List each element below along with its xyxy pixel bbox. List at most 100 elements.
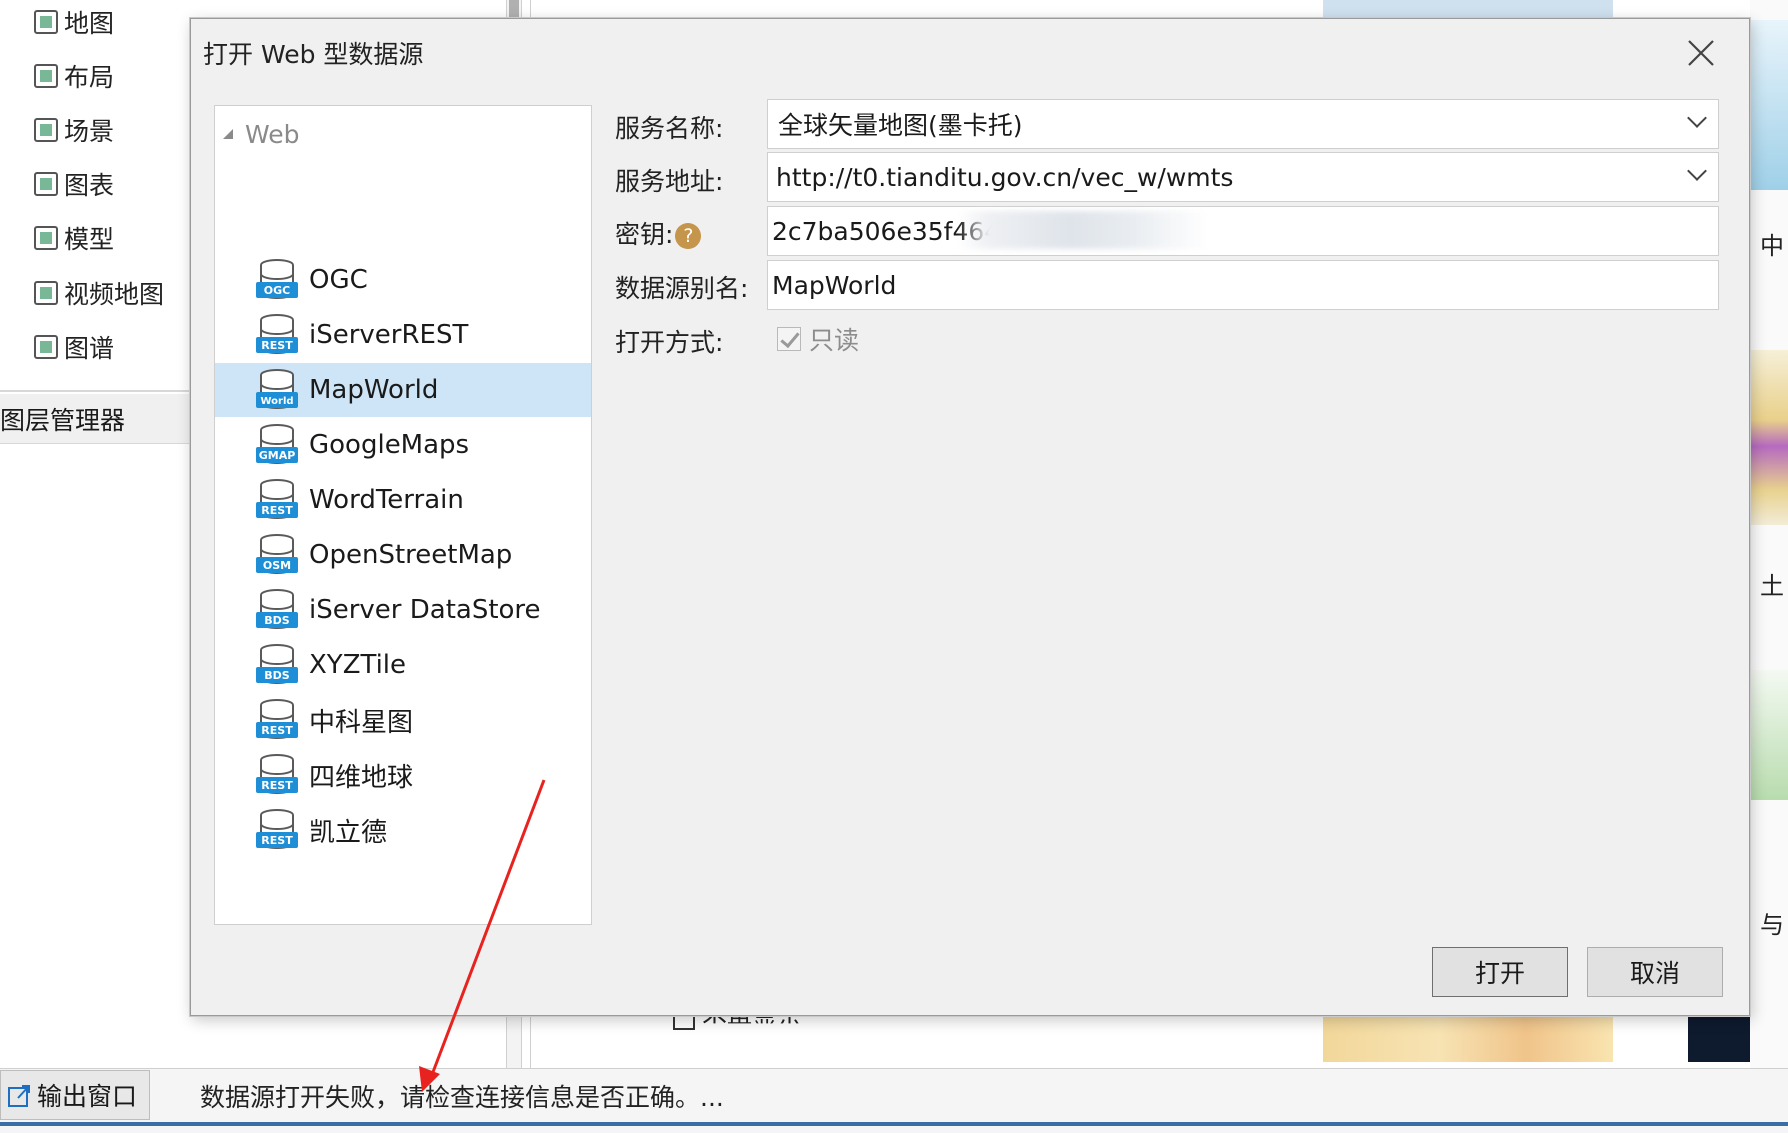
tree-item-label: 凯立德 — [309, 817, 388, 848]
database-badge: REST — [261, 834, 293, 847]
service-url-combobox[interactable]: http://t0.tianditu.gov.cn/vec_w/wmts — [767, 152, 1719, 202]
alias-label: 数据源别名: — [615, 274, 749, 303]
sidebar-item-label: 地图 — [64, 9, 115, 38]
scrollbar-thumb[interactable] — [509, 0, 519, 18]
service-name-label: 服务名称: — [615, 114, 724, 143]
map-thumbnail[interactable] — [1323, 1012, 1613, 1062]
sidebar-item-scene[interactable]: 场景 — [34, 110, 114, 150]
database-badge: BDS — [264, 614, 290, 627]
sidebar-item-model[interactable]: 模型 — [34, 218, 114, 258]
gallery-caption: 与 — [1760, 911, 1784, 939]
tree-item[interactable]: REST WordTerrain — [215, 473, 591, 527]
database-badge: REST — [261, 339, 293, 352]
tree-item[interactable]: World MapWorld — [215, 363, 591, 417]
sidebar-item-label: 图谱 — [64, 334, 115, 363]
key-input[interactable]: 2c7ba506e35f464 — [767, 206, 1719, 256]
redaction-blur — [958, 211, 1208, 249]
tree-item[interactable]: BDS XYZTile — [215, 638, 591, 692]
tree-item-label: iServer DataStore — [309, 595, 541, 625]
collapse-triangle-icon — [223, 129, 233, 139]
map-thumbnail[interactable] — [1750, 670, 1788, 800]
database-badge: REST — [261, 724, 293, 737]
sidebar-item-label: 视频地图 — [64, 280, 165, 309]
service-name-value: 全球矢量地图(墨卡托) — [778, 111, 1023, 140]
sidebar-item-label: 模型 — [64, 225, 115, 254]
sidebar-item-layout[interactable]: 布局 — [34, 56, 114, 96]
key-label-text: 密钥: — [615, 220, 674, 249]
alias-input[interactable]: MapWorld — [767, 260, 1719, 310]
service-name-select[interactable]: 全球矢量地图(墨卡托) — [767, 99, 1719, 149]
service-url-label: 服务地址: — [615, 167, 724, 196]
chevron-down-icon[interactable] — [1687, 108, 1707, 128]
video-map-icon — [34, 281, 58, 305]
layer-manager-label: 图层管理器 — [0, 405, 126, 435]
tree-item-label: OpenStreetMap — [309, 540, 513, 570]
tree-item-label: GoogleMaps — [309, 430, 470, 460]
map-thumbnail[interactable] — [1750, 20, 1788, 190]
status-message: 数据源打开失败，请检查连接信息是否正确。... — [200, 1083, 724, 1112]
cancel-button[interactable]: 取消 — [1587, 947, 1723, 997]
layout-icon — [34, 64, 58, 88]
divider — [0, 390, 190, 392]
key-label: 密钥:? — [615, 215, 702, 251]
close-icon — [1688, 40, 1714, 66]
map-icon — [34, 10, 58, 34]
project-panel — [0, 0, 190, 1068]
gallery-caption: 中 — [1760, 232, 1784, 260]
layer-manager-tab[interactable]: 图层管理器 — [0, 394, 190, 444]
database-icon: OSM — [256, 534, 298, 574]
alias-value: MapWorld — [772, 270, 897, 300]
readonly-label: 只读 — [809, 326, 860, 355]
open-button[interactable]: 打开 — [1432, 947, 1568, 997]
map-thumbnail[interactable] — [1750, 350, 1788, 525]
tree-root-label: Web — [245, 119, 300, 149]
close-button[interactable] — [1679, 31, 1723, 75]
tree-item-label: WordTerrain — [309, 485, 464, 515]
database-badge: BDS — [264, 669, 290, 682]
sidebar-item-label: 场景 — [64, 117, 115, 146]
output-tab-label: 输出窗口 — [37, 1082, 138, 1111]
database-icon: BDS — [256, 589, 298, 629]
chevron-down-icon[interactable] — [1687, 161, 1707, 181]
tree-item-label: 中科星图 — [309, 707, 414, 738]
database-icon: REST — [256, 809, 298, 849]
readonly-option: 只读 — [777, 321, 859, 357]
tree-item[interactable]: REST 四维地球 — [215, 748, 591, 802]
sidebar-item-graph[interactable]: 图谱 — [34, 327, 114, 367]
database-badge: World — [260, 396, 293, 407]
sidebar-item-label: 图表 — [64, 171, 115, 200]
database-badge: REST — [261, 779, 293, 792]
help-icon[interactable]: ? — [675, 223, 702, 249]
sidebar-item-map[interactable]: 地图 — [34, 2, 114, 42]
tree-item[interactable]: BDS iServer DataStore — [215, 583, 591, 637]
tree-item[interactable]: REST 凯立德 — [215, 803, 591, 857]
model-icon — [34, 226, 58, 250]
database-icon: REST — [256, 314, 298, 354]
database-icon: BDS — [256, 644, 298, 684]
database-icon: REST — [256, 699, 298, 739]
dialog-title: 打开 Web 型数据源 — [203, 40, 424, 69]
tree-item-label: XYZTile — [309, 650, 407, 680]
open-web-datasource-dialog: 打开 Web 型数据源 Web OGC OGC REST iServerREST Wor… — [190, 18, 1750, 1016]
database-icon: World — [256, 369, 298, 409]
database-badge: REST — [261, 504, 293, 517]
tree-item-label: MapWorld — [309, 375, 439, 405]
tree-item[interactable]: OGC OGC — [215, 253, 591, 307]
export-icon — [8, 1085, 30, 1107]
tree-item[interactable]: OSM OpenStreetMap — [215, 528, 591, 582]
database-badge: OSM — [263, 559, 291, 572]
tree-item[interactable]: REST 中科星图 — [215, 693, 591, 747]
readonly-checkbox — [777, 327, 801, 351]
tree-item[interactable]: GMAP GoogleMaps — [215, 418, 591, 472]
sidebar-item-chart[interactable]: 图表 — [34, 164, 114, 204]
tree-root-web[interactable]: Web — [217, 116, 300, 152]
open-mode-label: 打开方式: — [615, 328, 724, 357]
tree-item[interactable]: REST iServerREST — [215, 308, 591, 362]
map-thumbnail[interactable] — [1323, 0, 1613, 18]
sidebar-item-video-map[interactable]: 视频地图 — [34, 273, 164, 313]
database-icon: GMAP — [256, 424, 298, 464]
chart-icon — [34, 172, 58, 196]
sidebar-item-label: 布局 — [64, 63, 115, 92]
output-window-tab[interactable]: 输出窗口 — [0, 1070, 150, 1120]
taskbar-edge — [0, 1122, 1788, 1126]
